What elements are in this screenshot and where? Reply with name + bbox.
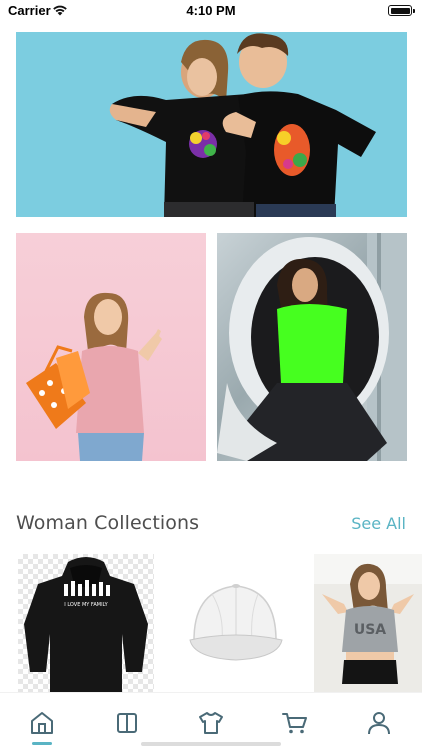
white-cap-photo bbox=[189, 584, 283, 661]
tab-products[interactable] bbox=[197, 709, 225, 737]
status-time: 4:10 PM bbox=[186, 3, 236, 18]
hoodie-print-text: I LOVE MY FAMILY bbox=[64, 602, 108, 608]
couple-black-tshirts-photo bbox=[109, 33, 376, 217]
home-icon bbox=[31, 712, 53, 734]
product-card-usa-top[interactable]: USA bbox=[314, 554, 422, 692]
see-all-link[interactable]: See All bbox=[351, 514, 406, 533]
black-hoodie-photo: I LOVE MY FAMILY bbox=[24, 557, 148, 692]
usa-crop-top-photo: USA bbox=[314, 554, 422, 692]
tshirt-icon bbox=[199, 712, 223, 734]
product-card-cap[interactable] bbox=[168, 554, 302, 692]
section-title: Woman Collections bbox=[16, 512, 200, 534]
tab-cart[interactable] bbox=[281, 709, 309, 737]
product-card-hoodie[interactable]: I LOVE MY FAMILY bbox=[18, 554, 154, 692]
promo-banner-right[interactable] bbox=[217, 233, 407, 461]
profile-icon bbox=[368, 712, 390, 735]
woman-green-tshirt-egg-chair-photo bbox=[217, 233, 407, 461]
tab-home[interactable] bbox=[28, 709, 56, 737]
status-bar: Carrier 4:10 PM bbox=[0, 0, 422, 22]
woman-pink-tshirt-shopping-bags-photo bbox=[26, 292, 162, 461]
home-indicator bbox=[141, 742, 281, 746]
cart-icon bbox=[282, 713, 307, 734]
active-tab-indicator bbox=[32, 742, 52, 745]
hero-banner[interactable] bbox=[16, 32, 407, 217]
tab-profile[interactable] bbox=[365, 709, 393, 737]
usa-print-text: USA bbox=[354, 622, 386, 638]
promo-banner-left[interactable] bbox=[16, 233, 206, 461]
tab-catalog[interactable] bbox=[113, 709, 141, 737]
battery-icon bbox=[388, 5, 415, 16]
book-icon bbox=[117, 713, 137, 733]
